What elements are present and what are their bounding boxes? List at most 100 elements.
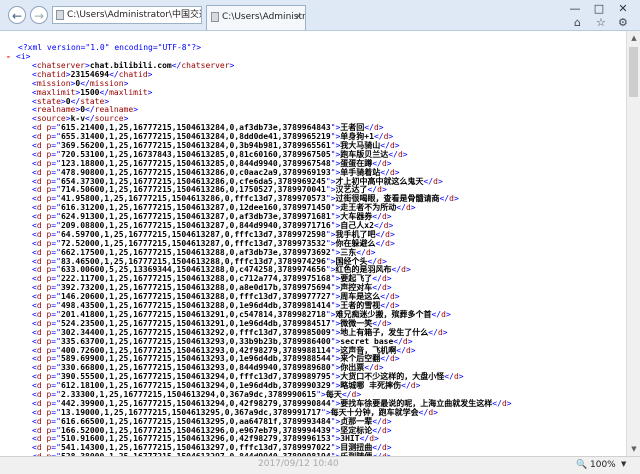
zoom-icon[interactable]: 🔍 xyxy=(576,460,587,470)
attr-name: p xyxy=(41,283,52,293)
attr-value: 390.55500,1,25,16777215,1504613294,0,fff… xyxy=(60,372,331,382)
zoom-level[interactable]: 100% xyxy=(590,460,616,470)
bracket: =" xyxy=(51,158,61,168)
address-bar[interactable]: C:\Users\Administrator\中国交通事故创 xyxy=(52,6,202,24)
status-text: 2017/09/12 10:40 xyxy=(258,459,339,469)
bracket: > xyxy=(147,69,153,79)
danmaku-text: 王者回 xyxy=(340,123,365,133)
attr-name: p xyxy=(41,132,52,142)
bracket: > xyxy=(407,336,413,346)
bracket: </ xyxy=(356,247,366,257)
attr-value: 72.52000,1,25,16777215,1504613287,0,fffc… xyxy=(60,238,326,248)
bracket: > xyxy=(388,221,394,231)
bracket: </ xyxy=(380,167,390,177)
danmaku-text: 走王者不为所动 xyxy=(340,203,397,213)
attr-name: p xyxy=(41,238,52,248)
collapse-toggle[interactable]: - xyxy=(6,52,16,62)
attr-name: p xyxy=(41,425,52,435)
bracket: =" xyxy=(51,132,61,142)
vertical-scrollbar[interactable]: ▲ ▼ xyxy=(626,31,640,456)
bracket: </ xyxy=(70,96,81,106)
scroll-up-arrow-icon[interactable]: ▲ xyxy=(629,33,639,43)
attr-name: p xyxy=(41,416,52,426)
attr-value: 612.18100,1,25,16777215,1504613294,0,1e9… xyxy=(60,381,331,391)
bracket: > xyxy=(386,443,392,453)
bracket: =" xyxy=(51,336,61,346)
bracket: </ xyxy=(380,292,390,302)
bracket: =" xyxy=(51,229,61,239)
attr-name: p xyxy=(41,247,52,257)
attr-name: p xyxy=(41,301,52,311)
settings-gear-icon[interactable]: ⚙ xyxy=(618,16,628,29)
scroll-down-arrow-icon[interactable]: ▼ xyxy=(629,444,639,454)
bracket: </ xyxy=(99,87,110,97)
forward-button[interactable]: → xyxy=(30,6,48,24)
home-icon[interactable]: ⌂ xyxy=(574,16,581,29)
danmaku-text: 单手骑着站 xyxy=(340,167,381,177)
tag-name: mission xyxy=(89,78,124,88)
danmaku-text: 大车器券 xyxy=(340,212,373,222)
danmaku-text: 你出票 xyxy=(340,363,365,373)
attr-value: 13.19000,1,25,16777215,1504613295,0,367a… xyxy=(60,407,322,417)
bracket: "> xyxy=(330,212,341,222)
bracket: </ xyxy=(428,327,438,337)
attr-value: 524.23500,1,25,16777215,1504613291,0,1e9… xyxy=(60,318,331,328)
tab-close-button[interactable]: × xyxy=(294,6,302,28)
bracket: > xyxy=(386,283,392,293)
bracket: =" xyxy=(51,149,61,159)
attr-value: 541.14300,1,25,16777215,1504613297,0,fff… xyxy=(60,443,331,453)
bracket: > xyxy=(370,247,376,257)
maximize-button[interactable]: □ xyxy=(590,2,608,16)
bracket: > xyxy=(394,167,400,177)
danmaku-text: 贞那一辈 xyxy=(340,416,373,426)
attr-name: p xyxy=(41,158,52,168)
bracket: > xyxy=(394,301,400,311)
bracket: </ xyxy=(431,309,442,319)
bracket: </ xyxy=(380,301,390,311)
tab-xml-file[interactable]: C:\Users\Administrator\... × xyxy=(206,5,306,30)
favorites-star-icon[interactable]: ☆ xyxy=(596,16,606,29)
danmaku-text: 要找车徐要最说的呢，上海立曲就发生这样 xyxy=(340,398,493,408)
bracket: > xyxy=(389,229,395,239)
bracket: </ xyxy=(444,372,454,382)
bracket: > xyxy=(458,372,464,382)
bracket: > xyxy=(123,114,129,124)
bracket: > xyxy=(386,212,392,222)
tag-name: realname xyxy=(94,105,134,115)
bracket: > xyxy=(229,61,235,70)
bracket: > xyxy=(453,194,459,204)
address-text: C:\Users\Administrator\中国交通事故创 xyxy=(67,10,201,20)
back-button[interactable]: ← xyxy=(8,6,26,24)
attr-name: p xyxy=(41,194,52,204)
bracket: "> xyxy=(330,416,341,426)
minimize-button[interactable]: — xyxy=(566,2,584,16)
danmaku-text: 难兄痴迷少搬，殡葬多个首 xyxy=(335,309,432,319)
bracket: </ xyxy=(372,158,382,168)
bracket: </ xyxy=(380,141,390,151)
scroll-thumb[interactable] xyxy=(629,47,638,97)
bracket: "> xyxy=(330,149,341,159)
danmaku-text: 地上有箱子，发生了什么 xyxy=(340,327,429,337)
bracket: "> xyxy=(330,443,341,453)
zoom-dropdown-icon[interactable]: ▼ xyxy=(621,460,626,468)
attr-value: 209.08800,1,25,16777215,1504613287,0,844… xyxy=(60,221,331,231)
bracket: </ xyxy=(393,336,403,346)
attr-name: p xyxy=(41,149,52,159)
attr-name: p xyxy=(41,309,52,319)
bracket: > xyxy=(389,238,395,248)
bracket: > xyxy=(133,105,139,115)
bracket: > xyxy=(123,78,129,88)
bracket: =" xyxy=(51,283,61,293)
danmaku-text: 我手机了吧 xyxy=(335,229,376,239)
bracket: =" xyxy=(51,247,61,257)
tag-name: state xyxy=(80,96,105,106)
close-window-button[interactable]: ✕ xyxy=(614,2,632,16)
danmaku-text: 蛋蛋在蹲 xyxy=(340,158,373,168)
xml-lines: <chatserver>chat.bilibili.com</chatserve… xyxy=(32,61,512,456)
bracket: > xyxy=(405,265,411,275)
danmaku-text: 我大马骑山 xyxy=(340,141,381,151)
bracket: > xyxy=(147,87,153,97)
attr-value: 2.33300,1,25,16777215,1504613294,0,367a9… xyxy=(60,389,317,399)
bracket: =" xyxy=(51,416,61,426)
file-icon xyxy=(211,12,219,22)
